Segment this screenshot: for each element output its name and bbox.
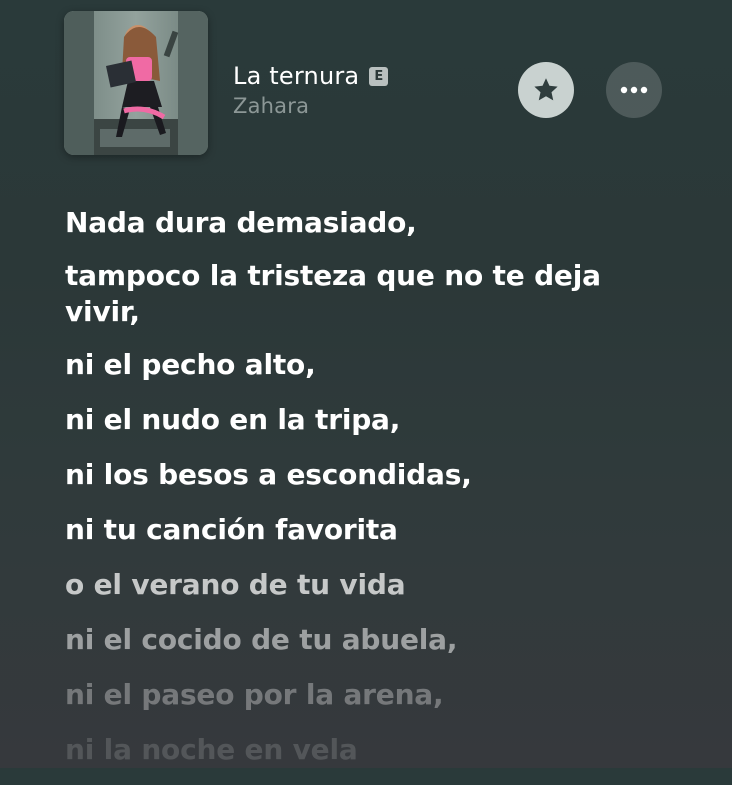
- album-artwork[interactable]: [64, 11, 208, 155]
- lyric-line[interactable]: ni la noche en vela: [65, 730, 685, 770]
- lyrics-list: Nada dura demasiado, tampoco la tristeza…: [65, 203, 685, 785]
- song-info: La ternura E Zahara: [233, 60, 389, 118]
- lyric-line[interactable]: ni tu canción favorita: [65, 510, 685, 550]
- lyric-line[interactable]: ni el pecho alto,: [65, 345, 685, 385]
- lyric-line[interactable]: Nada dura demasiado,: [65, 203, 685, 243]
- lyric-line[interactable]: tampoco la tristeza que no te deja vivir…: [65, 258, 655, 330]
- song-title[interactable]: La ternura: [233, 62, 359, 90]
- artist-name[interactable]: Zahara: [233, 94, 388, 118]
- more-dots-icon: [620, 86, 648, 94]
- lyric-line[interactable]: o el verano de tu vida: [65, 565, 685, 605]
- star-icon: [534, 78, 558, 101]
- lyric-line[interactable]: ni el nudo en la tripa,: [65, 400, 685, 440]
- song-title-row: La ternura E: [233, 60, 389, 92]
- lyric-line[interactable]: ni el cocido de tu abuela,: [65, 620, 685, 660]
- lyric-line[interactable]: ni los besos a escondidas,: [65, 455, 685, 495]
- favorite-button[interactable]: [518, 62, 574, 118]
- explicit-badge: E: [369, 66, 389, 86]
- album-artwork-image: [64, 11, 208, 155]
- now-playing-header: La ternura E Zahara: [0, 0, 732, 170]
- more-options-button[interactable]: [606, 62, 662, 118]
- lyric-line[interactable]: ni el paseo por la arena,: [65, 675, 685, 715]
